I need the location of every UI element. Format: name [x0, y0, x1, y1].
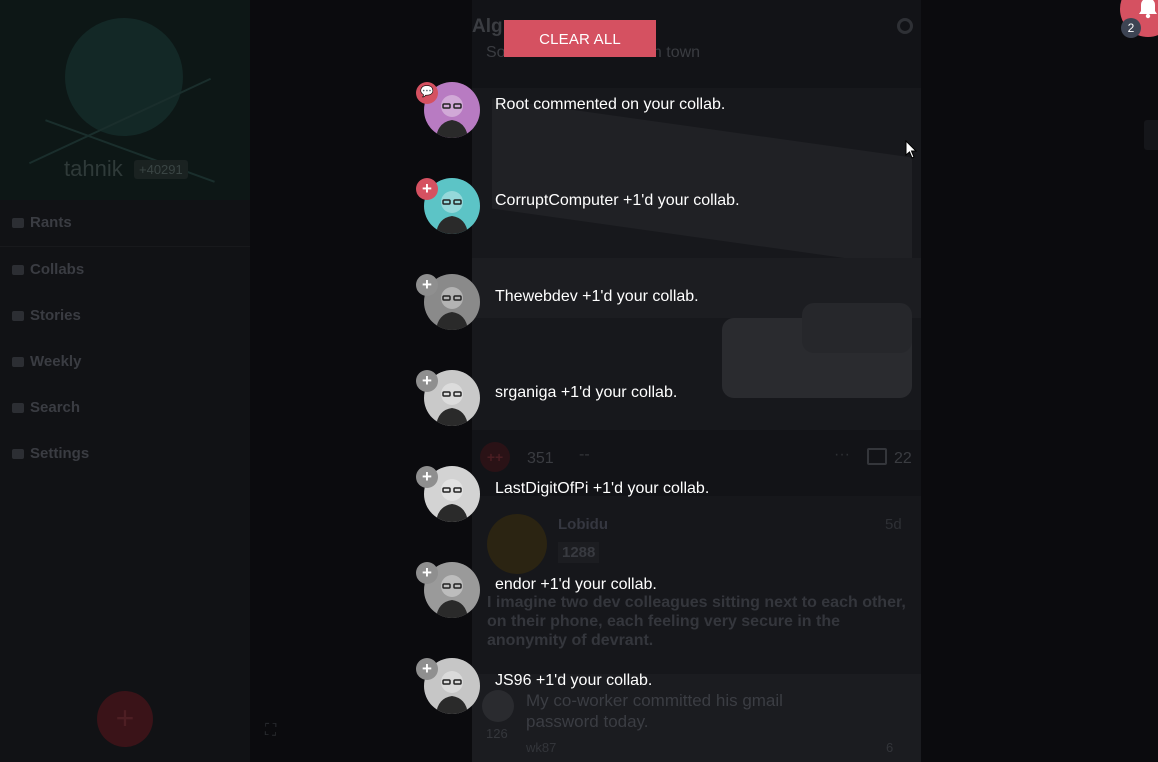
gear-icon [12, 449, 24, 459]
plus-icon: + [416, 466, 438, 488]
comment-icon: 💬 [416, 82, 438, 104]
sidebar: tahnik +40291 Rants Collabs Stories Week… [0, 0, 250, 762]
profile-banner[interactable]: tahnik +40291 [0, 0, 250, 200]
sidebar-item-label: Collabs [30, 261, 85, 278]
gear-icon[interactable] [897, 18, 913, 34]
notification-text: LastDigitOfPi +1'd your collab. [495, 480, 710, 497]
comment-count: 6 [886, 740, 894, 755]
downvote-button[interactable]: -- [579, 446, 590, 464]
notification-text: endor +1'd your collab. [495, 576, 657, 593]
notification-item[interactable]: 💬 Root commented on your collab. [416, 82, 816, 142]
notification-item[interactable]: + srganiga +1'd your collab. [416, 370, 816, 430]
sidebar-item-label: Rants [30, 214, 72, 231]
comment-count: 22 [894, 450, 912, 467]
stories-icon [12, 311, 24, 321]
comment-time: 5d [885, 516, 902, 533]
weekly-icon [12, 357, 24, 367]
plus-icon: + [416, 370, 438, 392]
clear-all-button[interactable]: CLEAR ALL [504, 20, 656, 57]
rants-icon [12, 218, 24, 228]
sidebar-nav: Rants Collabs Stories Weekly Search Sett… [0, 200, 250, 477]
sidebar-item-settings[interactable]: Settings [0, 431, 250, 477]
rant-score: 126 [486, 726, 508, 741]
add-rant-button[interactable]: + [97, 691, 153, 747]
notification-item[interactable]: + LastDigitOfPi +1'd your collab. [416, 466, 816, 526]
sidebar-item-search[interactable]: Search [0, 385, 250, 431]
notification-item[interactable]: + CorruptComputer +1'd your collab. [416, 178, 816, 238]
plus-icon: + [416, 658, 438, 680]
notification-text: srganiga +1'd your collab. [495, 384, 678, 401]
comment-icon[interactable] [867, 448, 887, 465]
sidebar-item-weekly[interactable]: Weekly [0, 339, 250, 385]
notification-item[interactable]: + endor +1'd your collab. [416, 562, 816, 622]
sidebar-item-collabs[interactable]: Collabs [0, 247, 250, 293]
plus-icon: + [416, 274, 438, 296]
sidebar-item-label: Search [30, 399, 81, 416]
comment-user-score: 1288 [558, 542, 600, 563]
search-icon [12, 403, 24, 413]
collabs-icon [12, 265, 24, 275]
more-icon[interactable]: ··· [834, 446, 850, 464]
rant-username: wk87 [526, 740, 557, 755]
notification-item[interactable]: + JS96 +1'd your collab. [416, 658, 816, 718]
profile-username: tahnik [64, 156, 123, 181]
notification-text: Thewebdev +1'd your collab. [495, 288, 699, 305]
plus-icon: + [416, 178, 438, 200]
sidebar-item-label: Weekly [30, 353, 82, 370]
notification-item[interactable]: + Thewebdev +1'd your collab. [416, 274, 816, 334]
plus-icon: + [416, 562, 438, 584]
profile-score: +40291 [134, 160, 188, 179]
notification-text: Root commented on your collab. [495, 96, 726, 113]
sidebar-item-stories[interactable]: Stories [0, 293, 250, 339]
notification-text: CorruptComputer +1'd your collab. [495, 192, 740, 209]
mouse-cursor-icon [905, 140, 918, 159]
sidebar-item-label: Settings [30, 445, 90, 462]
side-tab[interactable] [1144, 120, 1158, 150]
notification-count-badge: 2 [1121, 18, 1141, 38]
expand-icon[interactable]: ⛶ [265, 722, 276, 740]
sidebar-item-rants[interactable]: Rants [0, 200, 250, 247]
feed-title: Alg [472, 16, 503, 37]
sidebar-item-label: Stories [30, 307, 81, 324]
notification-text: JS96 +1'd your collab. [495, 672, 653, 689]
